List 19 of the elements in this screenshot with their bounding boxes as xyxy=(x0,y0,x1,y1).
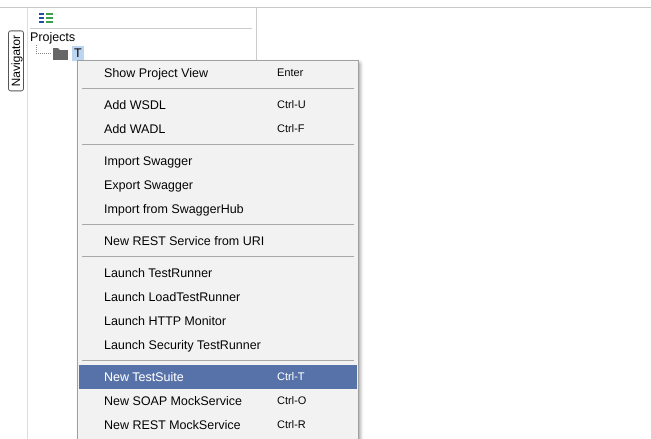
menu-item[interactable]: Show Project View Enter xyxy=(79,61,357,85)
menu-item[interactable]: New REST MockService Ctrl-R xyxy=(79,413,357,437)
menu-item[interactable]: Launch LoadTestRunner xyxy=(79,285,357,309)
menu-item[interactable]: Import Swagger xyxy=(79,149,357,173)
menu-item[interactable]: Add WSDL Ctrl-U xyxy=(79,93,357,117)
tree-root-label[interactable]: Projects xyxy=(30,30,76,45)
navigator-tab[interactable]: Navigator xyxy=(8,30,24,92)
menu-item[interactable]: Add WADL Ctrl-F xyxy=(79,117,357,141)
menu-item[interactable]: New SOAP MockService Ctrl-O xyxy=(79,389,357,413)
list-view-icon[interactable] xyxy=(39,13,53,23)
folder-icon xyxy=(53,46,68,60)
project-tree-item[interactable]: T xyxy=(72,46,84,60)
menu-item[interactable]: New REST Service from URI xyxy=(79,229,357,253)
menu-item[interactable]: Export Swagger xyxy=(79,173,357,197)
menu-item[interactable]: Launch Security TestRunner xyxy=(79,333,357,357)
menu-item[interactable]: Launch HTTP Monitor xyxy=(79,309,357,333)
menu-item[interactable]: Launch TestRunner xyxy=(79,261,357,285)
menu-item[interactable]: Import from SwaggerHub xyxy=(79,197,357,221)
menu-item[interactable]: New TestSuite Ctrl-T xyxy=(79,365,357,389)
